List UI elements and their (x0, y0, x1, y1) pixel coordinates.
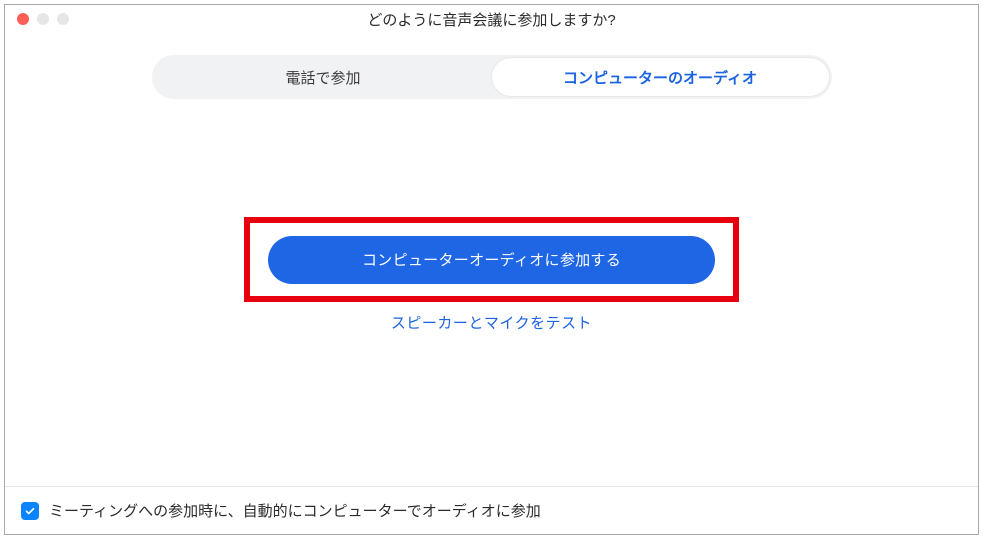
auto-join-label: ミーティングへの参加時に、自動的にコンピューターでオーディオに参加 (49, 500, 541, 521)
test-speaker-mic-link[interactable]: スピーカーとマイクをテスト (391, 312, 592, 333)
join-computer-audio-button[interactable]: コンピューターオーディオに参加する (268, 236, 715, 284)
tab-phone[interactable]: 電話で参加 (155, 58, 492, 96)
main-content: コンピューターオーディオに参加する スピーカーとマイクをテスト (5, 99, 978, 486)
fullscreen-icon[interactable] (57, 13, 69, 25)
join-button-label: コンピューターオーディオに参加する (362, 252, 621, 269)
highlight-box: コンピューターオーディオに参加する (244, 217, 739, 302)
tab-computer-audio-label: コンピューターのオーディオ (563, 67, 757, 88)
footer: ミーティングへの参加時に、自動的にコンピューターでオーディオに参加 (5, 486, 978, 534)
tab-phone-label: 電話で参加 (285, 67, 360, 88)
titlebar: どのように音声会議に参加しますか? (5, 5, 978, 33)
auto-join-checkbox[interactable] (21, 502, 39, 520)
dialog-title: どのように音声会議に参加しますか? (5, 9, 978, 30)
window-controls (5, 13, 69, 25)
close-icon[interactable] (17, 13, 29, 25)
tab-computer-audio[interactable]: コンピューターのオーディオ (492, 58, 829, 96)
checkmark-icon (24, 505, 36, 517)
minimize-icon[interactable] (37, 13, 49, 25)
test-link-label: スピーカーとマイクをテスト (391, 315, 592, 332)
audio-join-dialog: どのように音声会議に参加しますか? 電話で参加 コンピューターのオーディオ コン… (4, 4, 979, 535)
tabs-container: 電話で参加 コンピューターのオーディオ (5, 55, 978, 99)
audio-source-tabs: 電話で参加 コンピューターのオーディオ (152, 55, 832, 99)
